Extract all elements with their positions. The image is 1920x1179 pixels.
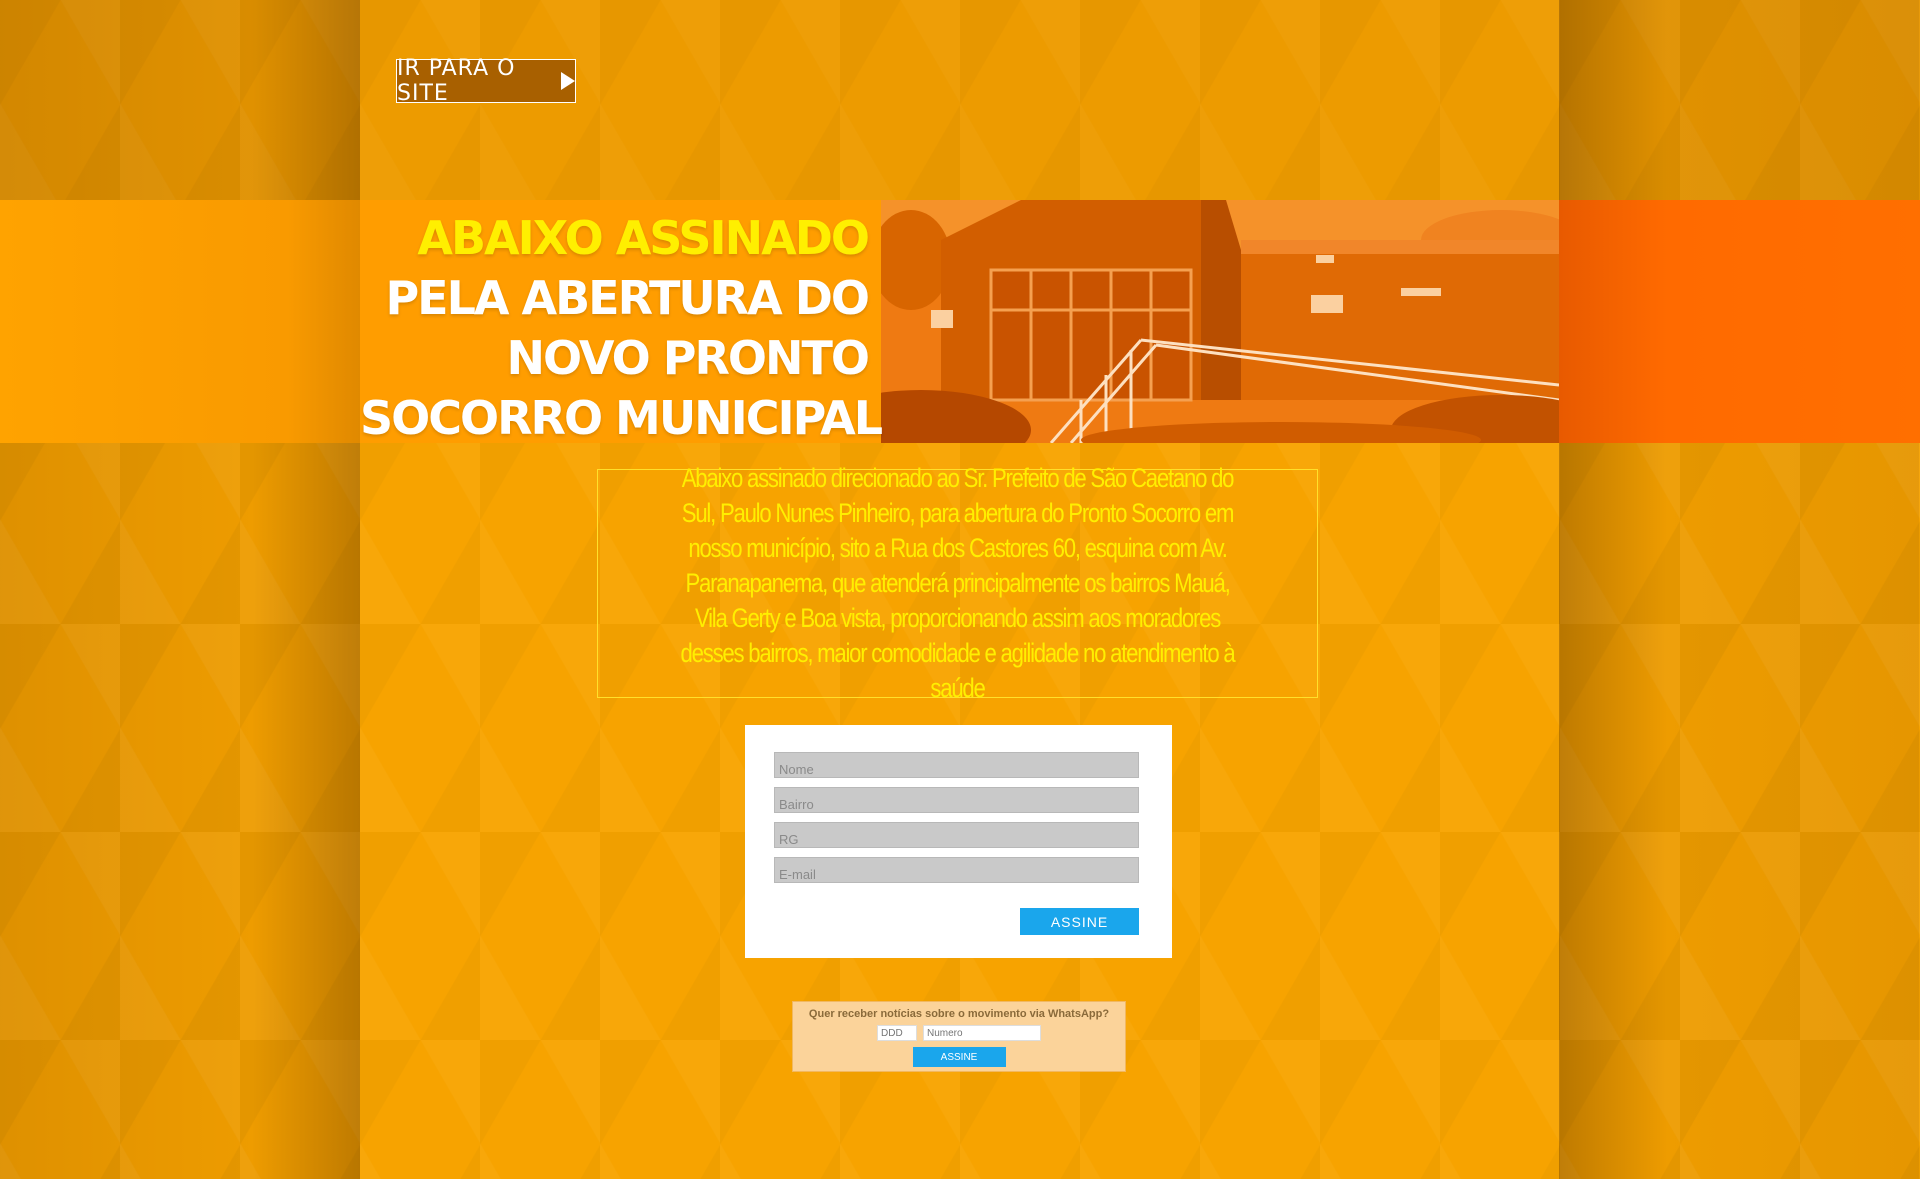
- play-arrow-icon: [561, 72, 575, 90]
- whatsapp-submit-button[interactable]: ASSINE: [912, 1047, 1006, 1067]
- right-gutter: [1559, 0, 1919, 1179]
- signature-form: ASSINE: [745, 725, 1172, 958]
- rg-input[interactable]: [774, 822, 1139, 848]
- bairro-input[interactable]: [774, 787, 1139, 813]
- hero-band-right: [1559, 200, 1920, 443]
- building-photo: [881, 200, 1559, 443]
- go-to-site-button[interactable]: IR PARA O SITE: [396, 56, 576, 106]
- hero-title: ABAIXO ASSINADO PELA ABERTURA DO NOVO PR…: [360, 200, 883, 445]
- go-to-site-label: IR PARA O SITE: [397, 56, 516, 106]
- sign-submit-button[interactable]: ASSINE: [1020, 908, 1139, 935]
- intro-text-box: Abaixo assinado direcionado ao Sr. Prefe…: [597, 463, 1318, 703]
- whatsapp-inputs: [793, 1025, 1125, 1041]
- hero-title-line-1: ABAIXO ASSINADO: [417, 211, 870, 265]
- building-illustration: [881, 200, 1559, 443]
- name-input[interactable]: [774, 752, 1139, 778]
- ddd-input[interactable]: [877, 1025, 917, 1041]
- hero-band-left: [0, 200, 360, 443]
- whatsapp-question: Quer receber notícias sobre o movimento …: [808, 1008, 1110, 1020]
- hero-title-line-4: SOCORRO MUNICIPAL: [360, 391, 883, 445]
- email-input[interactable]: [774, 857, 1139, 883]
- hero-title-line-2: PELA ABERTURA DO: [385, 271, 870, 325]
- intro-text: Abaixo assinado direcionado ao Sr. Prefe…: [680, 463, 1236, 703]
- whatsapp-box: Quer receber notícias sobre o movimento …: [792, 1001, 1126, 1072]
- phone-number-input[interactable]: [923, 1025, 1041, 1041]
- hero-title-line-3: NOVO PRONTO: [506, 331, 871, 385]
- left-gutter: [0, 0, 360, 1179]
